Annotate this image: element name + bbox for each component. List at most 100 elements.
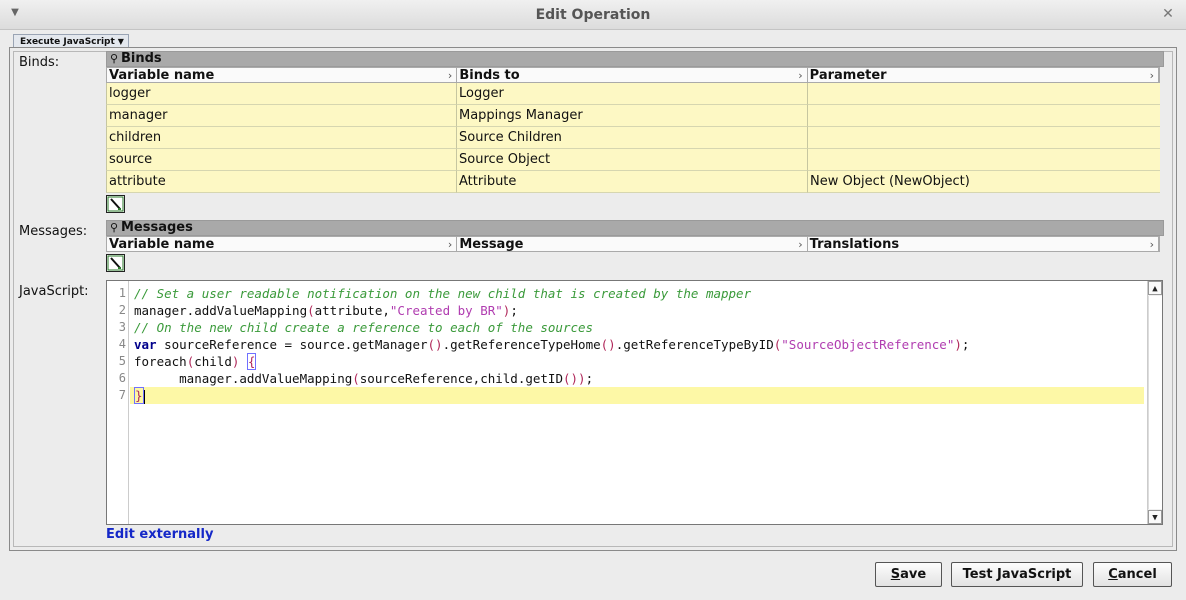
edit-table-icon [107, 255, 124, 271]
messages-table: Variable name › Message › Translations › [106, 236, 1160, 252]
code-token: () [600, 337, 616, 352]
cancel-button[interactable]: Cancel [1093, 562, 1172, 587]
code-comment: // Set a user readable notification on t… [134, 286, 752, 301]
code-token: manager.addValueMapping [134, 303, 308, 318]
table-row[interactable]: attribute Attribute New Object (NewObjec… [106, 171, 1160, 193]
text-cursor [143, 389, 145, 404]
table-cell[interactable]: children [106, 127, 457, 149]
matched-brace: { [246, 353, 257, 370]
code-line-current: } [130, 387, 1144, 404]
title-bar: ▼ Edit Operation ✕ [0, 0, 1186, 30]
save-mnemonic: S [890, 567, 901, 582]
test-javascript-button[interactable]: Test JavaScript [951, 562, 1083, 587]
table-cell[interactable]: Mappings Manager [457, 105, 808, 127]
code-line: manager.addValueMapping(attribute,"Creat… [134, 302, 1144, 319]
table-cell[interactable] [808, 83, 1160, 105]
table-cell[interactable] [808, 105, 1160, 127]
line-number: 3 [118, 320, 126, 334]
column-header-binds-to[interactable]: Binds to › [457, 68, 808, 82]
line-number: 7 [118, 388, 126, 402]
code-token: .getReferenceTypeByID [615, 337, 774, 352]
chevron-down-icon: ▼ [117, 37, 124, 46]
messages-section-title: Messages [121, 220, 193, 235]
table-row[interactable]: source Source Object [106, 149, 1160, 171]
chevron-right-icon: › [447, 238, 453, 251]
matched-brace: } [134, 387, 144, 404]
edit-binds-button[interactable] [106, 195, 125, 213]
table-row[interactable]: logger Logger [106, 83, 1160, 105]
code-comment: // On the new child create a reference t… [134, 320, 594, 335]
table-cell[interactable]: Source Children [457, 127, 808, 149]
window-title: Edit Operation [535, 7, 651, 23]
table-cell[interactable]: logger [106, 83, 457, 105]
table-row[interactable]: manager Mappings Manager [106, 105, 1160, 127]
binds-section-title: Binds [121, 51, 162, 66]
binds-section-header[interactable]: ⚲ Binds [106, 51, 1164, 67]
javascript-editor[interactable]: 1 2 3 4 5 6 7 // Set a user readable not… [106, 280, 1163, 525]
edit-externally-link[interactable]: Edit externally [106, 527, 213, 542]
chevron-right-icon: › [798, 69, 803, 82]
code-token: manager.addValueMapping [134, 371, 353, 386]
code-keyword: var [134, 337, 157, 352]
table-row[interactable]: children Source Children [106, 127, 1160, 149]
chevron-right-icon: › [798, 238, 803, 251]
column-header-message[interactable]: Message › [457, 237, 808, 251]
close-icon[interactable]: ✕ [1160, 6, 1176, 22]
column-header-translations[interactable]: Translations › [807, 237, 1159, 251]
code-line: // Set a user readable notification on t… [134, 285, 1144, 302]
code-token: () [427, 337, 443, 352]
binds-label: Binds: [19, 55, 60, 70]
code-token: ) [954, 337, 962, 352]
scroll-up-icon[interactable]: ▲ [1148, 281, 1162, 295]
code-token: foreach [134, 354, 187, 369]
pin-icon[interactable]: ⚲ [107, 52, 121, 66]
code-token: ) [578, 371, 586, 386]
table-header: Variable name › Message › Translations › [106, 236, 1160, 252]
tab-label: Execute JavaScript [20, 37, 115, 47]
scrollbar-track[interactable] [1148, 296, 1162, 509]
code-token: () [562, 371, 579, 386]
column-header-variable-name[interactable]: Variable name › [107, 68, 458, 82]
cancel-label: ancel [1117, 567, 1157, 582]
chevron-right-icon: › [1149, 238, 1154, 251]
editor-vertical-scrollbar[interactable]: ▲ ▼ [1147, 281, 1162, 524]
table-cell[interactable]: Attribute [457, 171, 808, 193]
table-cell[interactable] [808, 149, 1160, 171]
cancel-mnemonic: C [1108, 567, 1118, 582]
code-string: "SourceObjectReference" [781, 337, 955, 352]
code-token: ; [510, 303, 518, 318]
pin-icon[interactable]: ⚲ [107, 221, 121, 235]
line-number: 1 [118, 286, 126, 300]
table-cell[interactable]: attribute [106, 171, 457, 193]
chevron-right-icon: › [1149, 69, 1154, 82]
code-token: sourceReference = source.getManager [156, 337, 428, 352]
edit-messages-button[interactable] [106, 254, 125, 272]
javascript-label: JavaScript: [19, 284, 89, 299]
table-cell[interactable]: manager [106, 105, 457, 127]
code-string: "Created by BR" [389, 303, 503, 318]
code-token: ; [585, 371, 594, 386]
code-token: ( [307, 303, 315, 318]
scroll-down-icon[interactable]: ▼ [1148, 510, 1162, 524]
table-cell[interactable] [808, 127, 1160, 149]
code-token: .getReferenceTypeHome [442, 337, 601, 352]
table-header: Variable name › Binds to › Parameter › [106, 67, 1160, 83]
table-cell[interactable]: New Object (NewObject) [808, 171, 1160, 193]
tab-execute-javascript[interactable]: Execute JavaScript ▼ [13, 34, 129, 48]
code-line: manager.addValueMapping(sourceReference,… [134, 370, 1144, 387]
binds-table: Variable name › Binds to › Parameter › logg… [106, 67, 1160, 193]
table-cell[interactable]: Logger [457, 83, 808, 105]
code-token: attribute, [314, 303, 390, 318]
line-number: 6 [118, 371, 126, 385]
column-header-parameter[interactable]: Parameter › [807, 68, 1159, 82]
save-button[interactable]: Save [875, 562, 942, 587]
chevron-right-icon: › [447, 69, 453, 82]
messages-section-header[interactable]: ⚲ Messages [106, 220, 1164, 236]
table-cell[interactable]: Source Object [457, 149, 808, 171]
line-number: 2 [118, 303, 126, 317]
code-token: ; [961, 337, 970, 352]
code-token: ( [352, 371, 360, 386]
table-cell[interactable]: source [106, 149, 457, 171]
column-header-variable-name[interactable]: Variable name › [107, 237, 458, 251]
